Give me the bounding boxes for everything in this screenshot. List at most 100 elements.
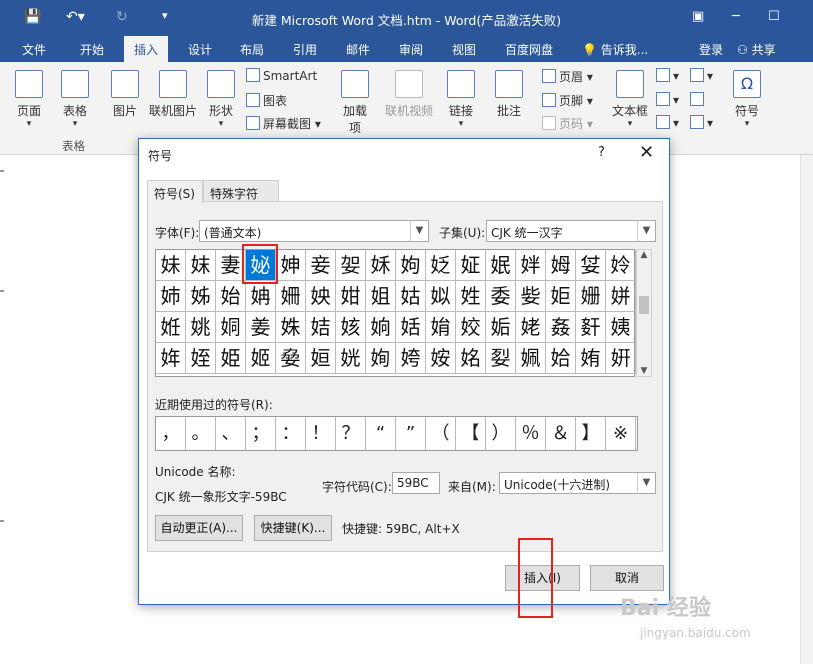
symbol-cell[interactable]: 姲 xyxy=(426,343,456,374)
symbol-cell[interactable]: 姷 xyxy=(576,343,606,374)
symbol-cell[interactable]: 姊 xyxy=(186,281,216,312)
symbol-cell[interactable]: 姡 xyxy=(396,312,426,343)
recent-symbol-cell[interactable]: ＆ xyxy=(546,417,576,450)
symbol-cell[interactable]: 姣 xyxy=(456,312,486,343)
from-select[interactable]: Unicode(十六进制) ▼ xyxy=(499,472,656,494)
tab-layout[interactable]: 布局 xyxy=(240,41,264,58)
symbol-cell[interactable]: 姟 xyxy=(336,312,366,343)
symbol-cell[interactable]: 姧 xyxy=(576,312,606,343)
signature-line-icon[interactable]: ▾ xyxy=(690,68,713,83)
symbol-cell[interactable]: 妹 xyxy=(156,250,186,281)
symbol-cell[interactable]: 姞 xyxy=(306,312,336,343)
date-time-icon[interactable] xyxy=(690,92,707,107)
chart-button[interactable]: 图表 xyxy=(246,92,287,109)
scroll-down-icon[interactable]: ▼ xyxy=(637,366,651,376)
object-icon[interactable]: ▾ xyxy=(690,115,713,130)
symbol-cell[interactable]: 姩 xyxy=(156,343,186,374)
recent-symbol-cell[interactable]: ” xyxy=(396,417,426,450)
smartart-button[interactable]: SmartArt xyxy=(246,68,317,83)
share-button[interactable]: ⚇ 共享 xyxy=(737,41,776,58)
footer-button[interactable]: 页脚 ▾ xyxy=(542,92,593,109)
maximize-icon[interactable]: ☐ xyxy=(768,9,780,24)
symbol-cell[interactable]: 始 xyxy=(216,281,246,312)
font-select[interactable]: (普通文本) ▼ xyxy=(199,220,429,242)
online-picture-button[interactable]: 联机图片 xyxy=(146,70,200,119)
recent-symbol-cell[interactable]: 、 xyxy=(216,417,246,450)
symbol-cell[interactable]: 姁 xyxy=(396,250,426,281)
symbol-cell[interactable]: 姓 xyxy=(456,281,486,312)
document-scrollbar[interactable] xyxy=(800,155,813,664)
symbol-cell[interactable]: 姏 xyxy=(336,281,366,312)
recent-symbols-row[interactable]: ，。、；：！？ “” （【）％＆】 ※ xyxy=(155,416,638,451)
tab-design[interactable]: 设计 xyxy=(188,41,212,58)
tab-file[interactable]: 文件 xyxy=(22,41,46,58)
symbol-cell[interactable]: 姨 xyxy=(606,312,636,343)
symbol-cell[interactable]: 姃 xyxy=(456,250,486,281)
symbol-cell[interactable]: 妻 xyxy=(216,250,246,281)
symbol-cell[interactable]: 姤 xyxy=(486,312,516,343)
symbol-cell[interactable]: 姎 xyxy=(306,281,336,312)
symbol-cell[interactable]: 姍 xyxy=(276,281,306,312)
symbol-cell[interactable]: 姗 xyxy=(576,281,606,312)
shapes-button[interactable]: 形状 ▾ xyxy=(204,70,238,129)
subset-select[interactable]: CJK 统一汉字 ▼ xyxy=(486,220,656,242)
symbol-cell[interactable]: 姕 xyxy=(516,281,546,312)
help-button[interactable]: ? xyxy=(598,145,605,160)
symbol-cell[interactable]: 姭 xyxy=(276,343,306,374)
insert-button[interactable]: 插入(I) xyxy=(505,565,580,591)
scroll-up-icon[interactable]: ▲ xyxy=(637,250,651,260)
symbol-cell[interactable]: 姆 xyxy=(546,250,576,281)
symbol-cell[interactable]: 姂 xyxy=(426,250,456,281)
comment-button[interactable]: 批注 xyxy=(492,70,526,119)
symbol-cell[interactable]: 姒 xyxy=(426,281,456,312)
tab-home[interactable]: 开始 xyxy=(80,41,104,58)
online-video-button[interactable]: 联机视频 xyxy=(382,70,436,119)
scroll-thumb[interactable] xyxy=(639,296,649,314)
symbol-cell[interactable]: 姇 xyxy=(576,250,606,281)
page-number-button[interactable]: 页码 ▾ xyxy=(542,115,593,132)
screenshot-button[interactable]: 屏幕截图 ▾ xyxy=(246,115,321,132)
recent-symbol-cell[interactable]: ； xyxy=(246,417,276,450)
symbol-cell[interactable]: 姄 xyxy=(486,250,516,281)
symbol-cell[interactable]: 妺 xyxy=(186,250,216,281)
tab-view[interactable]: 视图 xyxy=(452,41,476,58)
symbol-cell[interactable]: 姢 xyxy=(426,312,456,343)
symbol-cell[interactable]: 姉 xyxy=(156,281,186,312)
symbol-cell[interactable]: 姪 xyxy=(186,343,216,374)
symbol-cell[interactable]: 姈 xyxy=(606,250,636,281)
shortcut-key-button[interactable]: 快捷键(K)... xyxy=(254,515,332,541)
tab-references[interactable]: 引用 xyxy=(293,41,317,58)
symbol-cell[interactable]: 姚 xyxy=(186,312,216,343)
recent-symbol-cell[interactable]: ！ xyxy=(306,417,336,450)
login-link[interactable]: 登录 xyxy=(699,41,723,58)
symbol-cell[interactable]: 姑 xyxy=(396,281,426,312)
tab-mailings[interactable]: 邮件 xyxy=(346,41,370,58)
tab-review[interactable]: 审阅 xyxy=(399,41,423,58)
symbol-cell[interactable]: 姴 xyxy=(486,343,516,374)
symbol-cell[interactable]: 妾 xyxy=(306,250,336,281)
symbol-cell[interactable]: 姵 xyxy=(516,343,546,374)
recent-symbol-cell[interactable]: ？ xyxy=(336,417,366,450)
autocorrect-button[interactable]: 自动更正(A)... xyxy=(155,515,243,541)
drop-cap-icon[interactable]: ▾ xyxy=(656,115,679,130)
table-button[interactable]: 表格 ▾ xyxy=(58,70,92,129)
tab-special-characters[interactable]: 特殊字符(P) xyxy=(203,180,279,216)
symbol-grid-scrollbar[interactable]: ▲ ▼ xyxy=(636,249,652,377)
symbol-cell[interactable]: 姸 xyxy=(606,343,636,374)
symbol-cell[interactable]: 姦 xyxy=(546,312,576,343)
symbol-cell[interactable]: 姙 xyxy=(156,312,186,343)
symbol-cell[interactable]: 姖 xyxy=(546,281,576,312)
symbol-cell[interactable]: 姫 xyxy=(216,343,246,374)
link-button[interactable]: 链接 ▾ xyxy=(444,70,478,129)
symbol-cell[interactable]: 妽 xyxy=(276,250,306,281)
textbox-button[interactable]: 文本框 ▾ xyxy=(610,70,650,129)
recent-symbol-cell[interactable]: ％ xyxy=(516,417,546,450)
symbol-grid[interactable]: 妹妺妻妼妽妾妿姀姁姂姃姄姅姆姇姈姉姊始姌姍姎姏姐姑姒姓委姕姖姗姘姙姚姛姜姝姞姟姠… xyxy=(155,249,636,377)
symbol-cell[interactable]: 姶 xyxy=(546,343,576,374)
picture-button[interactable]: 图片 xyxy=(108,70,142,119)
symbol-cell[interactable]: 姌 xyxy=(246,281,276,312)
tab-symbols[interactable]: 符号(S) xyxy=(147,180,203,203)
quick-parts-icon[interactable]: ▾ xyxy=(656,68,679,83)
symbol-cell[interactable]: 姰 xyxy=(366,343,396,374)
recent-symbol-cell[interactable]: ） xyxy=(486,417,516,450)
